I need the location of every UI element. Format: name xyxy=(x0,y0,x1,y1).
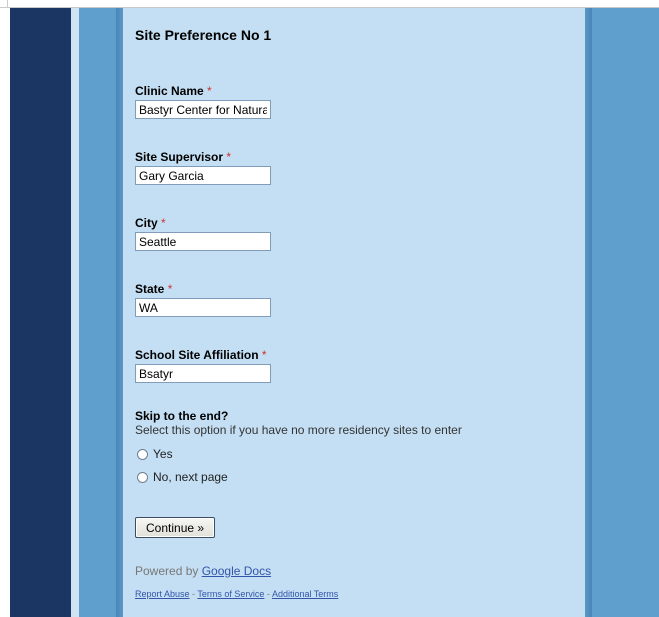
radio-button-icon[interactable] xyxy=(137,448,148,460)
required-marker: * xyxy=(207,84,212,98)
site-supervisor-input[interactable] xyxy=(135,166,271,185)
field-label-school-site-affiliation: School Site Affiliation * xyxy=(135,348,267,362)
field-label-site-supervisor: Site Supervisor * xyxy=(135,150,232,164)
field-city: City * xyxy=(135,216,271,251)
radio-button-icon[interactable] xyxy=(137,471,148,483)
required-marker: * xyxy=(167,282,173,296)
skip-option-yes[interactable]: Yes xyxy=(137,447,173,461)
field-site-supervisor: Site Supervisor * xyxy=(135,150,271,185)
field-school-site-affiliation: School Site Affiliation * xyxy=(135,348,271,383)
clinic-name-input[interactable] xyxy=(135,100,271,119)
powered-by-prefix: Powered by xyxy=(135,564,199,578)
page-canvas: Site Preference No 1 Clinic Name * Site … xyxy=(10,8,659,617)
skip-option-next-page[interactable]: No, next page xyxy=(137,470,228,484)
school-site-affiliation-input[interactable] xyxy=(135,364,271,383)
form-title: Site Preference No 1 xyxy=(135,27,272,43)
field-clinic-name: Clinic Name * xyxy=(135,84,271,119)
state-input[interactable] xyxy=(135,298,271,317)
powered-by: Powered by Google Docs xyxy=(135,564,271,578)
required-marker: * xyxy=(161,216,166,230)
field-label-clinic-name: Clinic Name * xyxy=(135,84,212,98)
skip-question: Skip to the end? Select this option if y… xyxy=(135,409,462,437)
field-state: State * xyxy=(135,282,271,317)
footer-separator: - xyxy=(264,589,272,599)
additional-terms-link[interactable]: Additional Terms xyxy=(272,589,338,599)
field-label-city: City * xyxy=(135,216,166,230)
continue-button[interactable]: Continue » xyxy=(135,517,216,538)
terms-of-service-link[interactable]: Terms of Service xyxy=(197,589,264,599)
form-card: Site Preference No 1 Clinic Name * Site … xyxy=(123,8,585,617)
footer-links: Report Abuse - Terms of Service - Additi… xyxy=(135,589,338,599)
google-docs-link[interactable]: Google Docs xyxy=(202,564,271,578)
left-light-stripe xyxy=(71,8,79,617)
report-abuse-link[interactable]: Report Abuse xyxy=(135,589,190,599)
corner-divider xyxy=(0,0,8,7)
skip-option-yes-label: Yes xyxy=(153,447,173,461)
skip-option-next-page-label: No, next page xyxy=(153,470,228,484)
required-marker: * xyxy=(226,150,232,164)
left-dark-band xyxy=(10,8,71,617)
required-marker: * xyxy=(261,348,267,362)
skip-question-title: Skip to the end? xyxy=(135,409,229,423)
skip-question-help: Select this option if you have no more r… xyxy=(135,423,462,437)
city-input[interactable] xyxy=(135,232,271,251)
field-label-state: State * xyxy=(135,282,173,296)
